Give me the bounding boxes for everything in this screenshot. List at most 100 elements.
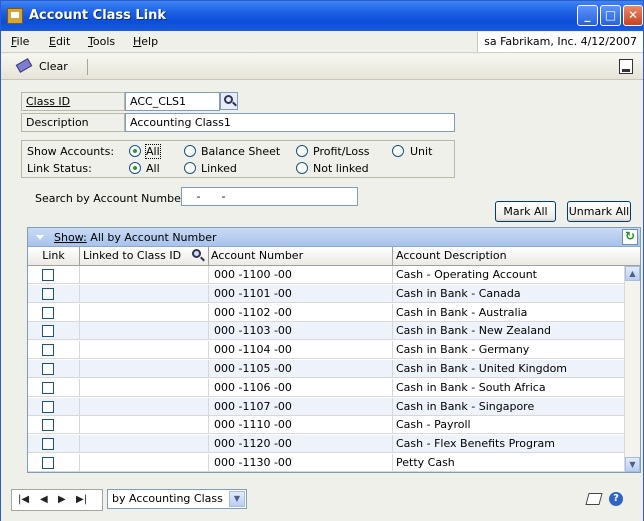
link-checkbox[interactable] bbox=[42, 363, 54, 375]
print-icon[interactable] bbox=[619, 59, 633, 74]
account-description-cell: Cash - Flex Benefits Program bbox=[393, 435, 626, 454]
link-cell bbox=[28, 303, 80, 322]
scroll-up-icon[interactable]: ▲ bbox=[625, 266, 640, 281]
menu-tools[interactable]: Tools bbox=[88, 35, 115, 48]
show-accounts-profit-loss-label[interactable]: Profit/Loss bbox=[313, 145, 370, 158]
account-number-cell: 000 -1130 -00 bbox=[209, 454, 393, 472]
window-title: Account Class Link bbox=[29, 8, 167, 23]
table-row[interactable]: 000 -1104 -00 Cash in Bank - Germany bbox=[28, 341, 626, 360]
show-accounts-all-radio[interactable] bbox=[129, 145, 141, 157]
linked-class-id-cell bbox=[80, 284, 209, 303]
link-cell bbox=[28, 360, 80, 378]
account-number-cell: 000 -1101 -00 bbox=[209, 284, 393, 303]
link-checkbox[interactable] bbox=[42, 419, 54, 432]
link-checkbox[interactable] bbox=[42, 400, 54, 413]
link-status-label: Link Status: bbox=[27, 162, 92, 175]
table-row[interactable]: 000 -1103 -00 Cash in Bank - New Zealand bbox=[28, 322, 626, 341]
note-icon[interactable] bbox=[585, 493, 603, 505]
link-cell bbox=[28, 397, 80, 416]
link-status-linked-radio[interactable] bbox=[184, 162, 196, 174]
linked-class-id-cell bbox=[80, 416, 209, 435]
status-bar: |◀ ◀ ▶ ▶| by Accounting Class ▼ ? bbox=[1, 481, 643, 521]
menu-help[interactable]: Help bbox=[133, 35, 158, 48]
close-button[interactable]: ✕ bbox=[623, 5, 643, 26]
toolbar-separator bbox=[87, 59, 88, 75]
grid-show-bar[interactable]: Show: All by Account Number bbox=[28, 228, 640, 247]
link-checkbox[interactable] bbox=[42, 344, 54, 357]
table-row[interactable]: 000 -1101 -00 Cash in Bank - Canada bbox=[28, 284, 626, 303]
title-bar: Account Class Link _ □ ✕ bbox=[1, 1, 643, 31]
chevron-down-icon[interactable]: ▼ bbox=[229, 491, 245, 507]
table-row[interactable]: 000 -1100 -00 Cash - Operating Account bbox=[28, 266, 626, 284]
next-record-icon[interactable]: ▶ bbox=[58, 494, 66, 505]
class-id-input[interactable]: ACC_CLS1 bbox=[125, 92, 220, 111]
account-number-cell: 000 -1105 -00 bbox=[209, 360, 393, 378]
account-description-cell: Cash in Bank - New Zealand bbox=[393, 322, 626, 341]
record-navigation: |◀ ◀ ▶ ▶| bbox=[11, 489, 103, 511]
last-record-icon[interactable]: ▶| bbox=[76, 494, 87, 505]
menu-file[interactable]: File bbox=[11, 35, 29, 48]
link-checkbox[interactable] bbox=[42, 381, 54, 394]
mark-all-button[interactable]: Mark All bbox=[495, 201, 556, 222]
linked-class-id-cell bbox=[80, 397, 209, 416]
link-checkbox[interactable] bbox=[42, 287, 54, 300]
show-accounts-balance-sheet-label[interactable]: Balance Sheet bbox=[201, 145, 280, 158]
col-header-account-description[interactable]: Account Description bbox=[393, 247, 640, 266]
class-id-lookup-icon[interactable] bbox=[220, 92, 238, 110]
table-row[interactable]: 000 -1110 -00 Cash - Payroll bbox=[28, 416, 626, 435]
show-accounts-unit-radio[interactable] bbox=[392, 145, 404, 157]
description-input[interactable]: Accounting Class1 bbox=[125, 113, 455, 132]
previous-record-icon[interactable]: ◀ bbox=[40, 494, 48, 505]
account-number-cell: 000 -1102 -00 bbox=[209, 303, 393, 322]
table-row[interactable]: 000 -1106 -00 Cash in Bank - South Africa bbox=[28, 378, 626, 397]
app-icon bbox=[7, 8, 23, 24]
maximize-button[interactable]: □ bbox=[600, 5, 621, 26]
account-number-cell: 000 -1120 -00 bbox=[209, 435, 393, 454]
col-header-link[interactable]: Link bbox=[28, 247, 80, 266]
link-status-not-linked-label[interactable]: Not linked bbox=[313, 162, 369, 175]
minimize-button[interactable]: _ bbox=[577, 5, 598, 26]
link-status-not-linked-radio[interactable] bbox=[296, 162, 308, 174]
link-status-linked-label[interactable]: Linked bbox=[201, 162, 237, 175]
scroll-down-icon[interactable]: ▼ bbox=[625, 457, 640, 472]
help-icon[interactable]: ? bbox=[609, 492, 623, 506]
sort-order-select[interactable]: by Accounting Class ▼ bbox=[107, 489, 247, 509]
unmark-all-button[interactable]: Unmark All bbox=[567, 201, 631, 222]
show-accounts-label: Show Accounts: bbox=[27, 145, 115, 158]
menu-bar: File Edit Tools Help sa Fabrikam, Inc. 4… bbox=[1, 31, 643, 53]
account-number-cell: 000 -1110 -00 bbox=[209, 416, 393, 435]
filter-group: Show Accounts: All Balance Sheet Profit/… bbox=[21, 140, 455, 178]
expand-arrow-icon[interactable] bbox=[36, 235, 44, 240]
linked-class-id-cell bbox=[80, 378, 209, 397]
account-lookup-icon[interactable] bbox=[190, 248, 207, 265]
link-status-all-radio[interactable] bbox=[129, 162, 141, 174]
refresh-icon[interactable] bbox=[622, 229, 638, 245]
link-checkbox[interactable] bbox=[42, 306, 54, 319]
first-record-icon[interactable]: |◀ bbox=[18, 494, 29, 505]
user-info: sa Fabrikam, Inc. 4/12/2007 bbox=[477, 32, 643, 52]
link-checkbox[interactable] bbox=[42, 457, 54, 469]
show-accounts-all-label[interactable]: All bbox=[145, 144, 161, 159]
link-checkbox[interactable] bbox=[42, 438, 54, 451]
link-status-all-label[interactable]: All bbox=[146, 162, 160, 175]
link-checkbox[interactable] bbox=[42, 269, 54, 281]
menu-edit[interactable]: Edit bbox=[49, 35, 70, 48]
account-number-cell: 000 -1107 -00 bbox=[209, 397, 393, 416]
col-header-account-number[interactable]: Account Number bbox=[209, 247, 393, 266]
grid-vertical-scrollbar[interactable]: ▲ ▼ bbox=[624, 266, 640, 472]
table-row[interactable]: 000 -1130 -00 Petty Cash bbox=[28, 454, 626, 472]
link-cell bbox=[28, 378, 80, 397]
sort-order-value: by Accounting Class bbox=[112, 492, 223, 505]
linked-class-id-cell bbox=[80, 435, 209, 454]
show-accounts-profit-loss-radio[interactable] bbox=[296, 145, 308, 157]
table-row[interactable]: 000 -1107 -00 Cash in Bank - Singapore bbox=[28, 397, 626, 416]
link-checkbox[interactable] bbox=[42, 325, 54, 338]
description-label: Description bbox=[21, 113, 125, 132]
search-account-input[interactable]: - - bbox=[181, 187, 358, 206]
table-row[interactable]: 000 -1102 -00 Cash in Bank - Australia bbox=[28, 303, 626, 322]
table-row[interactable]: 000 -1105 -00 Cash in Bank - United Kingd… bbox=[28, 360, 626, 378]
show-accounts-unit-label[interactable]: Unit bbox=[410, 145, 432, 158]
link-cell bbox=[28, 266, 80, 284]
table-row[interactable]: 000 -1120 -00 Cash - Flex Benefits Progra… bbox=[28, 435, 626, 454]
show-accounts-balance-sheet-radio[interactable] bbox=[184, 145, 196, 157]
